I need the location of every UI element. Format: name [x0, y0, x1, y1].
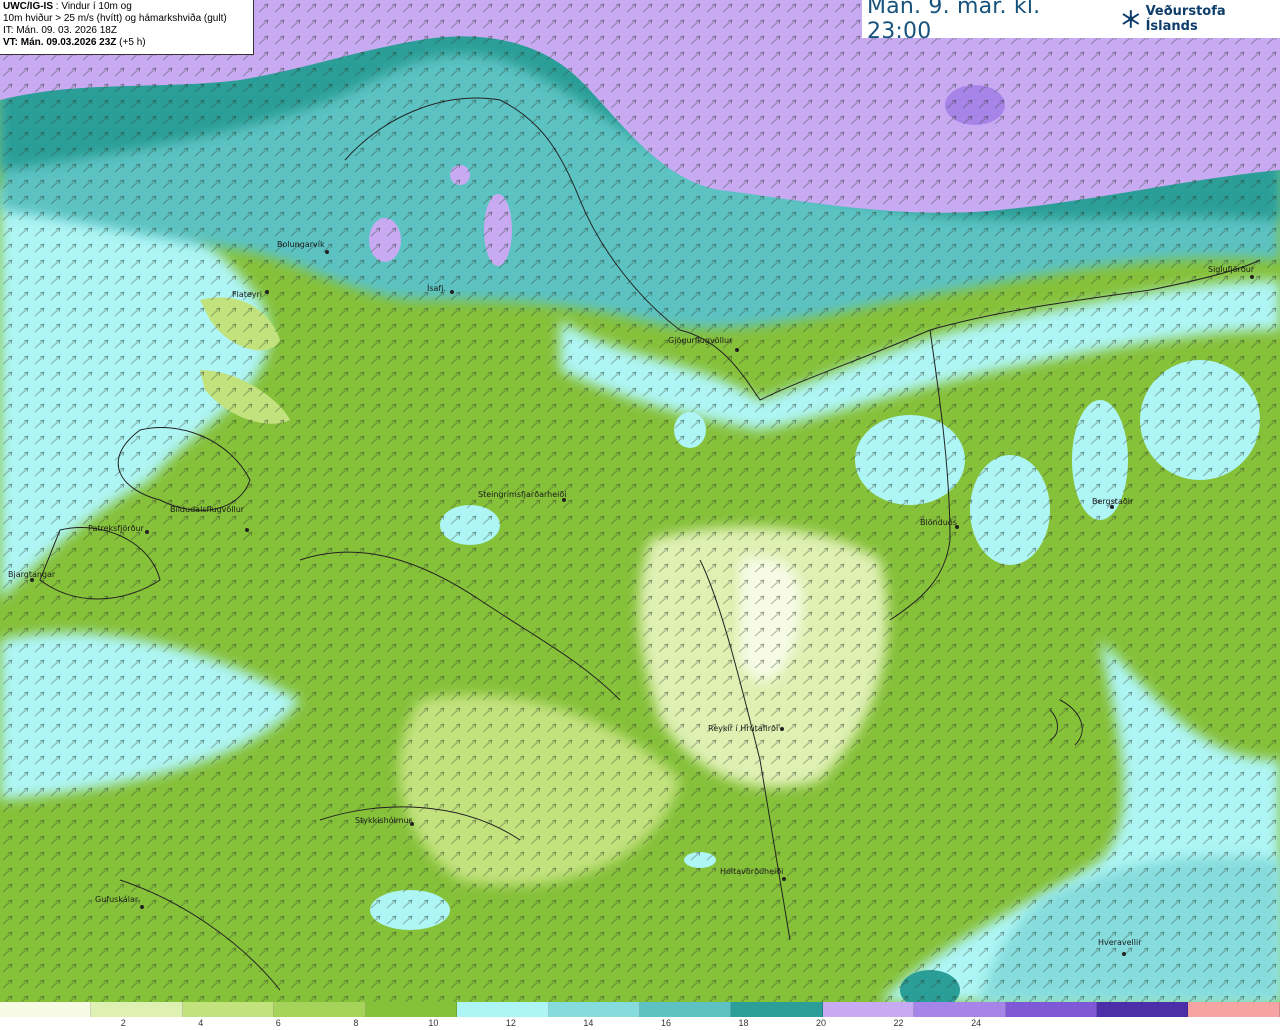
station-marker	[780, 727, 784, 731]
station-marker	[782, 877, 786, 881]
legend-tick-label: 20	[816, 1018, 827, 1028]
wind-field-map	[0, 0, 1280, 1010]
station-marker	[325, 250, 329, 254]
legend-swatch	[365, 1002, 458, 1017]
station-marker	[955, 525, 959, 529]
legend-swatch	[639, 1002, 732, 1017]
station-marker	[562, 498, 566, 502]
legend-tick-label: 24	[971, 1018, 982, 1028]
valid-time-label: VT: Mán. 09.03.2026 23Z	[3, 37, 117, 48]
station-marker	[145, 530, 149, 534]
legend-swatch	[0, 1002, 92, 1017]
legend-swatch	[914, 1002, 1006, 1017]
station-marker	[245, 528, 249, 532]
station-marker	[265, 290, 269, 294]
legend-swatch	[1005, 1002, 1098, 1017]
brand-logo: Veðurstofa Íslands	[1120, 4, 1280, 34]
model-title: : Vindur í 10m og	[53, 1, 132, 12]
snowflake-icon	[1122, 10, 1140, 28]
legend-swatch	[182, 1002, 275, 1017]
station-label: Siglufjörður	[1208, 265, 1255, 274]
model-info-box: UWC/IG-IS : Vindur í 10m og 10m hviður >…	[0, 0, 254, 55]
station-label: Stykkishólmur	[355, 816, 412, 825]
legend-color-bar	[0, 1002, 1280, 1017]
station-marker	[1110, 505, 1114, 509]
station-label: Flateyri	[232, 290, 263, 299]
station-label: Gufuskálar	[95, 895, 139, 904]
station-label: Patreksfjörður	[88, 524, 144, 533]
init-time: IT: Mán. 09. 03. 2026 18Z	[3, 25, 117, 36]
header-box: Mán. 9. mar. kl. 23:00 Veðurstofa Ísland…	[862, 0, 1280, 44]
legend-tick-label: 6	[275, 1018, 281, 1028]
valid-time-title: Mán. 9. mar. kl. 23:00	[867, 0, 1041, 44]
legend-tick-label: 4	[198, 1018, 204, 1028]
model-name: UWC/IG-IS	[3, 1, 53, 12]
legend-tick-label: 10	[428, 1018, 439, 1028]
legend-swatch	[731, 1002, 823, 1017]
legend-tick-label: 16	[660, 1018, 671, 1028]
station-label: Gjögurflugvöllur	[668, 336, 733, 345]
brand-name: Veðurstofa Íslands	[1145, 4, 1226, 34]
station-label: Bíldudalsflugvöllur	[170, 505, 245, 514]
legend-swatch	[548, 1002, 640, 1017]
station-label: Ísafj.	[427, 284, 447, 293]
legend-tick-label: 12	[505, 1018, 516, 1028]
wind-speed-legend: 2 4 6 8 10 12 14 16 18 20 22 24	[0, 1002, 1280, 1030]
legend-swatch	[1188, 1002, 1280, 1017]
station-marker	[735, 348, 739, 352]
station-label: Steingrímsfjarðarheiði	[478, 490, 567, 499]
legend-tick-label: 14	[583, 1018, 594, 1028]
gust-description: 10m hviður > 25 m/s (hvítt) og hámarkshv…	[3, 13, 227, 24]
legend-swatch	[91, 1002, 183, 1017]
station-marker	[1250, 275, 1254, 279]
legend-swatch	[1097, 1002, 1189, 1017]
legend-tick-label: 8	[353, 1018, 359, 1028]
station-marker	[1122, 952, 1126, 956]
wind-arrows	[0, 0, 1280, 1002]
station-label: Reykir í Hrútafirði	[708, 724, 779, 733]
station-marker	[140, 905, 144, 909]
station-label: Holtavörðuheiði	[720, 867, 784, 876]
legend-tick-label: 22	[893, 1018, 904, 1028]
legend-swatch	[457, 1002, 549, 1017]
legend-swatch	[822, 1002, 915, 1017]
station-label: Bolungarvík	[277, 240, 325, 249]
forecast-offset: (+5 h)	[116, 37, 146, 48]
station-marker	[450, 290, 454, 294]
station-marker	[410, 822, 414, 826]
station-label: Blönduós	[920, 518, 957, 527]
station-label: Hveravellir	[1098, 938, 1142, 947]
legend-tick-label: 2	[120, 1018, 126, 1028]
legend-swatch	[274, 1002, 366, 1017]
weather-map: Bolungarvík Flateyri Gjögurflugvöllur Siglu…	[0, 0, 1280, 1030]
legend-tick-label: 18	[738, 1018, 749, 1028]
station-marker	[30, 578, 34, 582]
